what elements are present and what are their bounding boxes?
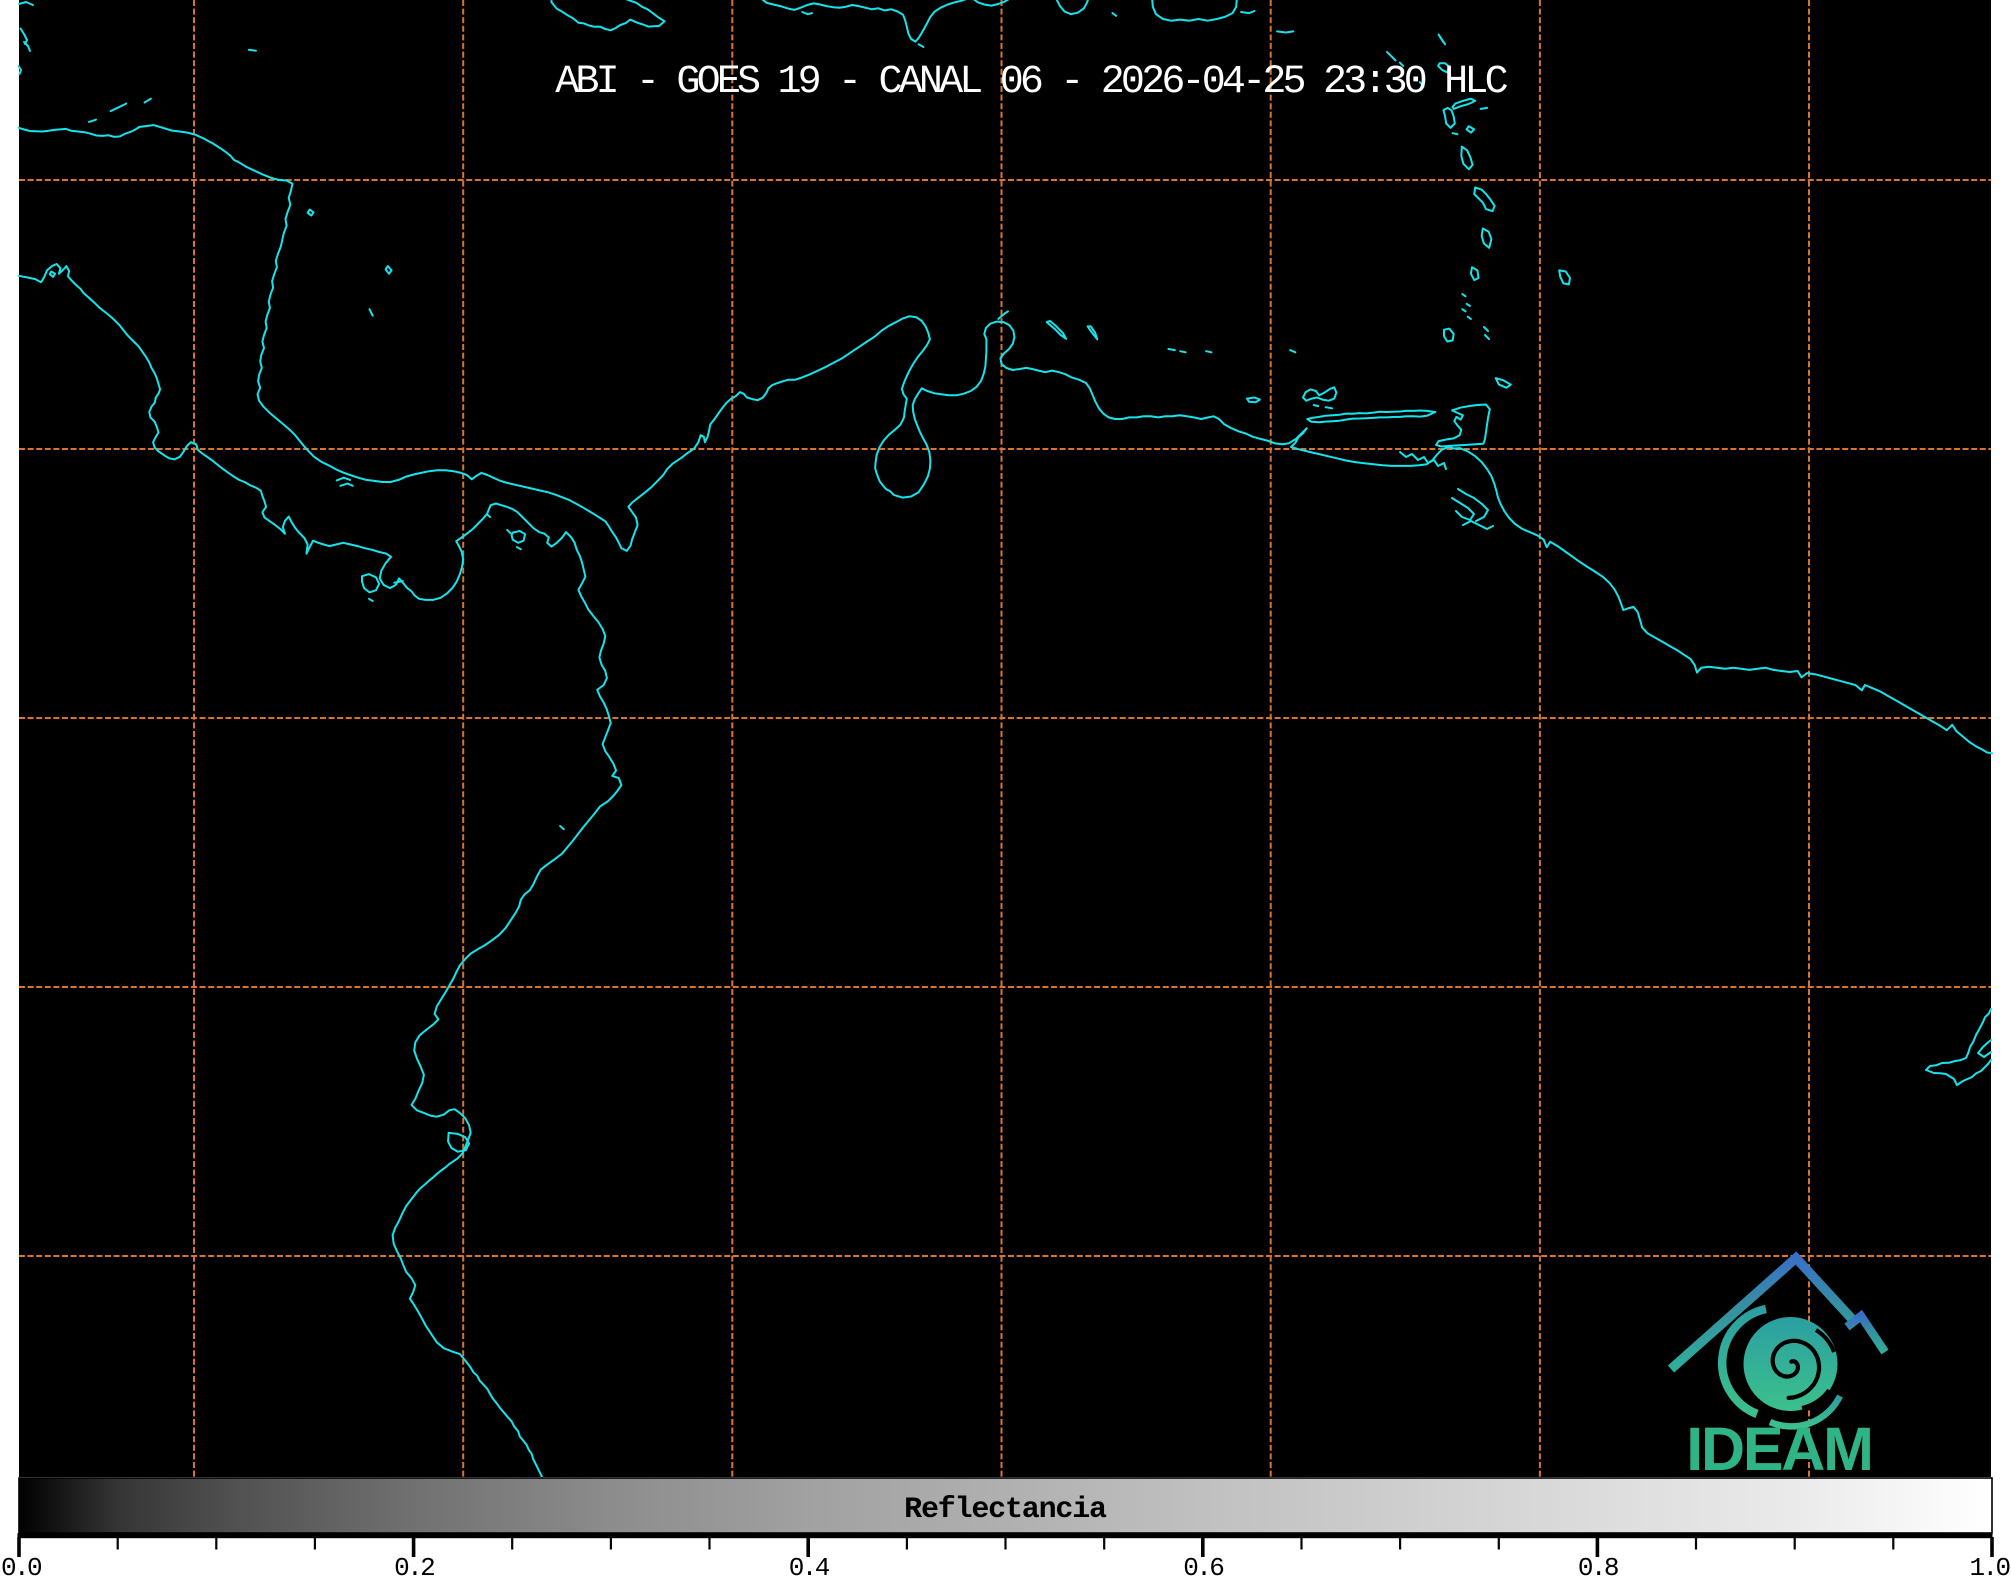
- svg-text:0.4: 0.4: [789, 1553, 830, 1577]
- svg-text:0.2: 0.2: [394, 1553, 434, 1577]
- svg-text:IDEAM: IDEAM: [1686, 1415, 1872, 1483]
- svg-text:ABI - GOES 19 - CANAL 06 - 202: ABI - GOES 19 - CANAL 06 - 2026-04-25 23…: [555, 60, 1507, 105]
- svg-text:Reflectancia: Reflectancia: [904, 1493, 1107, 1527]
- svg-text:0.0: 0.0: [1, 1553, 41, 1577]
- svg-text:1.0: 1.0: [1969, 1553, 2009, 1577]
- svg-text:0.8: 0.8: [1578, 1553, 1618, 1577]
- svg-text:0.6: 0.6: [1183, 1553, 1223, 1577]
